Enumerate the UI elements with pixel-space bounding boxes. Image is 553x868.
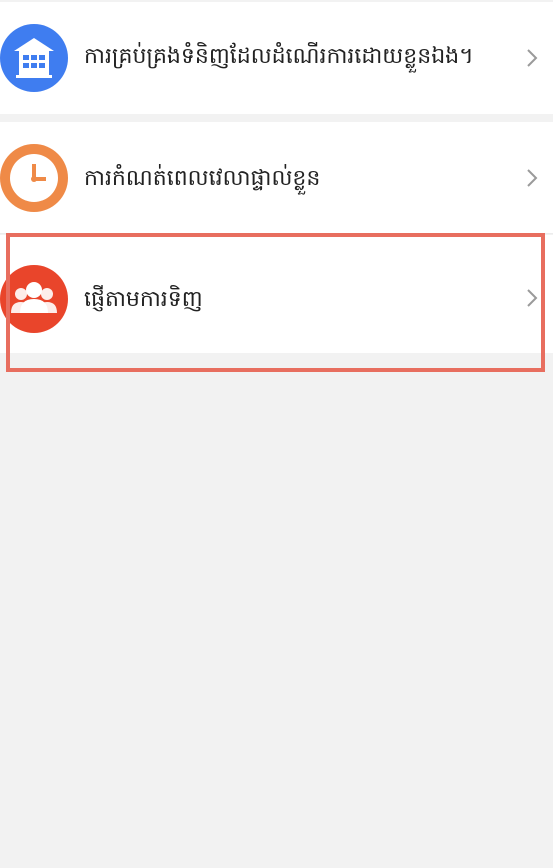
menu-item-label: ផ្ញើតាមការទិញ [84, 287, 203, 312]
menu-item-send-by-purchase[interactable]: ផ្ញើតាមការទិញ [0, 235, 553, 353]
group-users-icon [0, 265, 68, 333]
menu-item-label: ការកំណត់ពេលវេលាផ្ទាល់ខ្លួន [84, 166, 321, 191]
menu-item-self-managed-goods[interactable]: ការគ្រប់គ្រងទំនិញដែលដំណើរការដោយខ្លួនឯង។ [0, 2, 553, 114]
menu-item-label: ការគ្រប់គ្រងទំនិញដែលដំណើរការដោយខ្លួនឯង។ [84, 44, 474, 69]
clock-icon [0, 144, 68, 212]
menu-item-custom-time-setting[interactable]: ការកំណត់ពេលវេលាផ្ទាល់ខ្លួន [0, 122, 553, 234]
chevron-right-icon [527, 289, 538, 307]
chevron-right-icon [527, 49, 538, 67]
building-icon [0, 24, 68, 92]
chevron-right-icon [527, 169, 538, 187]
